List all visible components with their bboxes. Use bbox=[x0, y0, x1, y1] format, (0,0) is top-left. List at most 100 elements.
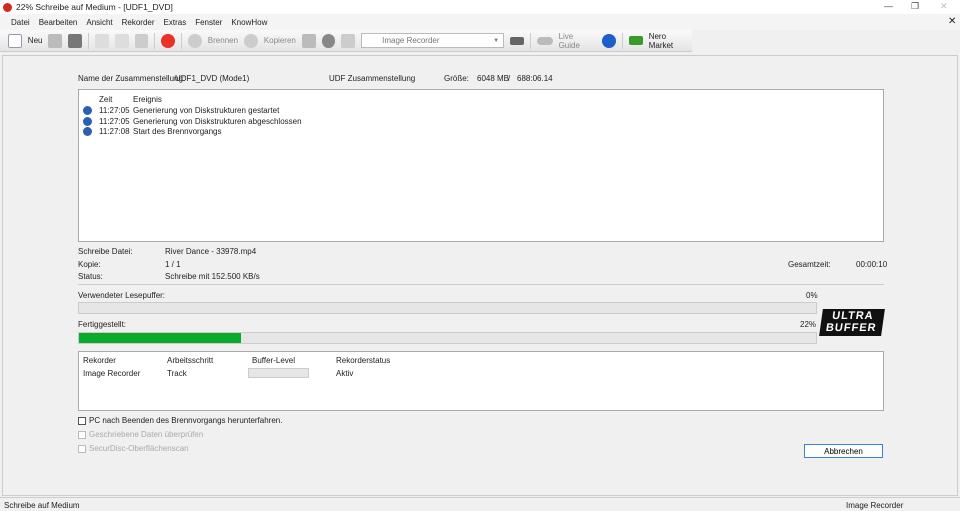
menu-knowhow[interactable]: KnowHow bbox=[231, 18, 267, 27]
recorder-step: Track bbox=[167, 369, 187, 378]
chevron-down-icon: ▼ bbox=[493, 37, 500, 44]
live-guide-toggle[interactable] bbox=[536, 36, 553, 45]
duration-value: 688:06.14 bbox=[517, 74, 553, 83]
log-event: Generierung von Diskstrukturen gestartet bbox=[133, 106, 280, 115]
log-event: Start des Brennvorgangs bbox=[133, 127, 222, 136]
disc-info-icon[interactable] bbox=[301, 33, 316, 48]
nero-express-icon[interactable] bbox=[161, 33, 176, 48]
size-label: Größe: bbox=[444, 74, 469, 83]
window-title: 22% Schreibe auf Medium - [UDF1_DVD] bbox=[16, 2, 173, 12]
log-event: Generierung von Diskstrukturen abgeschlo… bbox=[133, 116, 302, 126]
erase-icon[interactable] bbox=[341, 33, 356, 48]
burn-button[interactable]: Brennen bbox=[208, 36, 238, 45]
restore-button[interactable]: ❐ bbox=[911, 1, 919, 12]
title-bar: 22% Schreibe auf Medium - [UDF1_DVD] — ❐… bbox=[0, 0, 960, 14]
event-log[interactable]: Zeit Ereignis 11:27:05 Generierung von D… bbox=[78, 89, 884, 242]
cart-icon[interactable] bbox=[628, 36, 643, 45]
total-time-label: Gesamtzeit: bbox=[788, 260, 831, 269]
recorder-select[interactable]: Image Recorder ▼ bbox=[361, 33, 505, 48]
nero-market-button[interactable]: Nero Market bbox=[649, 32, 692, 50]
separator bbox=[529, 32, 531, 49]
status-value: Schreibe mit 152.500 KB/s bbox=[165, 272, 260, 281]
verify-checkbox[interactable]: Geschriebene Daten überprüfen bbox=[78, 430, 203, 439]
status-bar: Schreibe auf Medium Image Recorder bbox=[0, 497, 960, 511]
menu-rekorder[interactable]: Rekorder bbox=[122, 18, 155, 27]
size-value: 6048 MB bbox=[477, 74, 510, 83]
progress-label: Fertiggestellt: bbox=[78, 320, 127, 329]
info-icon bbox=[83, 116, 92, 126]
progress-fill bbox=[79, 333, 242, 343]
copy-icon[interactable] bbox=[114, 33, 129, 48]
new-document-icon[interactable] bbox=[8, 33, 22, 48]
new-button[interactable]: Neu bbox=[28, 36, 43, 45]
burn-icon[interactable] bbox=[188, 33, 202, 48]
column-header-event[interactable]: Ereignis bbox=[133, 95, 162, 104]
log-time: 11:27:05 bbox=[99, 106, 130, 115]
read-buffer-label: Verwendeter Lesepuffer: bbox=[78, 291, 166, 300]
copy-disc-button[interactable]: Kopieren bbox=[264, 36, 296, 45]
checkbox[interactable] bbox=[78, 416, 86, 425]
status-text: Schreibe auf Medium bbox=[4, 501, 80, 510]
copy-value: 1 / 1 bbox=[165, 260, 181, 269]
column-header-time[interactable]: Zeit bbox=[99, 95, 112, 104]
status-recorder: Image Recorder bbox=[846, 501, 904, 510]
size-separator: / bbox=[508, 74, 511, 83]
recorder-name: Image Recorder bbox=[83, 369, 141, 378]
close-document-button[interactable]: ✕ bbox=[948, 16, 956, 27]
shutdown-label: PC nach Beenden des Brennvorgangs herunt… bbox=[89, 416, 283, 425]
recorder-status: Aktiv bbox=[336, 369, 354, 378]
cut-icon[interactable] bbox=[95, 33, 109, 48]
checkbox[interactable] bbox=[78, 444, 86, 453]
column-header-step[interactable]: Arbeitsschritt bbox=[167, 356, 213, 365]
column-header-recorder-status[interactable]: Rekorderstatus bbox=[336, 356, 390, 365]
burn-progress-panel: Name der Zusammenstellung: UDF1_DVD (Mod… bbox=[2, 55, 958, 496]
save-icon[interactable] bbox=[68, 33, 83, 48]
menu-fenster[interactable]: Fenster bbox=[195, 18, 222, 27]
shutdown-checkbox[interactable]: PC nach Beenden des Brennvorgangs herunt… bbox=[78, 416, 282, 425]
column-header-recorder[interactable]: Rekorder bbox=[83, 356, 116, 365]
file-label: Schreibe Datei: bbox=[78, 247, 133, 256]
recorder-select-value: Image Recorder bbox=[382, 36, 440, 45]
securdisc-checkbox[interactable]: SecurDisc-Oberflächenscan bbox=[78, 444, 189, 453]
paste-icon[interactable] bbox=[134, 33, 149, 48]
close-window-button[interactable]: ✕ bbox=[940, 1, 948, 12]
file-value: River Dance - 33978.mp4 bbox=[165, 247, 257, 256]
log-time: 11:27:05 bbox=[99, 116, 130, 126]
read-buffer-percent: 0% bbox=[806, 291, 818, 300]
recorder-table[interactable]: Rekorder Arbeitsschritt Buffer-Level Rek… bbox=[78, 351, 884, 411]
separator bbox=[181, 32, 183, 49]
menu-bearbeiten[interactable]: Bearbeiten bbox=[39, 18, 78, 27]
open-icon[interactable] bbox=[48, 33, 63, 48]
copy-disc-icon[interactable] bbox=[244, 33, 258, 48]
drive-icon[interactable] bbox=[510, 36, 524, 45]
copy-label: Kopie: bbox=[78, 260, 101, 269]
minimize-button[interactable]: — bbox=[884, 1, 893, 11]
separator bbox=[88, 32, 89, 49]
separator bbox=[154, 32, 156, 49]
menu-extras[interactable]: Extras bbox=[164, 18, 187, 27]
live-guide-label[interactable]: Live Guide bbox=[559, 32, 597, 50]
info-icon[interactable] bbox=[602, 33, 616, 48]
compilation-type: UDF Zusammenstellung bbox=[329, 74, 416, 83]
cancel-button[interactable]: Abbrechen bbox=[804, 444, 883, 458]
log-time: 11:27:08 bbox=[99, 127, 130, 136]
buffer-level-bar bbox=[248, 368, 309, 378]
info-icon bbox=[83, 106, 92, 115]
total-time-value: 00:00:10 bbox=[856, 260, 888, 269]
compilation-name: UDF1_DVD (Mode1) bbox=[175, 74, 250, 83]
eject-icon[interactable] bbox=[321, 33, 336, 48]
ultra-buffer-logo: ULTRA BUFFER bbox=[819, 309, 885, 336]
securdisc-label: SecurDisc-Oberflächenscan bbox=[89, 444, 189, 453]
checkbox[interactable] bbox=[78, 430, 86, 439]
column-header-buffer-level[interactable]: Buffer-Level bbox=[252, 356, 295, 365]
progress-percent: 22% bbox=[800, 320, 817, 329]
compilation-name-label: Name der Zusammenstellung: bbox=[78, 74, 186, 83]
read-buffer-bar bbox=[78, 302, 817, 314]
nero-logo-icon bbox=[3, 2, 12, 12]
verify-label: Geschriebene Daten überprüfen bbox=[89, 430, 204, 439]
progress-bar bbox=[78, 332, 817, 344]
menu-datei[interactable]: Datei bbox=[11, 18, 30, 27]
toolbar: Neu Brennen Kopieren Image Recorder ▼ Li… bbox=[0, 30, 692, 52]
menu-bar: Datei Bearbeiten Ansicht Rekorder Extras… bbox=[0, 14, 960, 30]
menu-ansicht[interactable]: Ansicht bbox=[86, 18, 112, 27]
